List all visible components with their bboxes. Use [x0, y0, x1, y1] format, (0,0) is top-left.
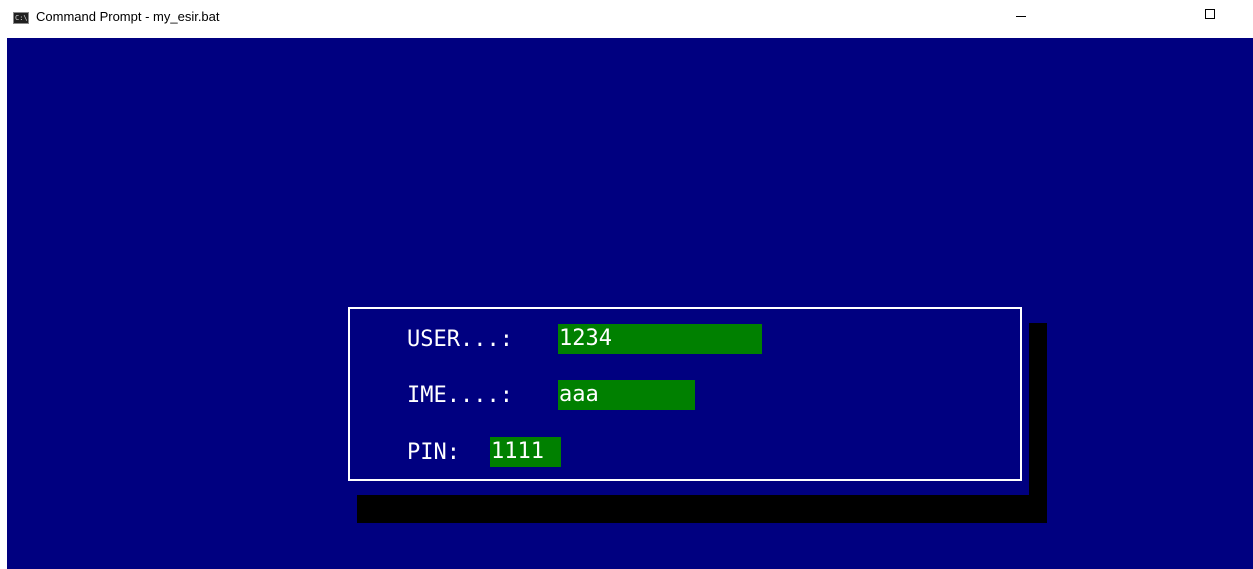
title-bar: C:\ Command Prompt - my_esir.bat — [0, 0, 1253, 38]
pin-field[interactable]: 1111 — [490, 437, 561, 467]
window-title: Command Prompt - my_esir.bat — [36, 9, 220, 24]
user-field[interactable]: 1234 — [558, 324, 762, 354]
maximize-button[interactable] — [1193, 0, 1239, 31]
maximize-icon — [1205, 9, 1215, 19]
ime-field[interactable]: aaa — [558, 380, 695, 410]
minimize-icon — [1016, 16, 1026, 17]
cmd-icon: C:\ — [13, 12, 29, 24]
pin-label: PIN: — [407, 440, 460, 465]
ime-label: IME....: — [407, 383, 513, 408]
login-dialog: USER...: 1234 IME....: aaa PIN: 1111 — [348, 307, 1022, 481]
console-area[interactable] — [7, 38, 1253, 569]
dialog-shadow-bottom — [357, 495, 1047, 523]
dialog-shadow-right — [1029, 323, 1047, 523]
minimize-button[interactable] — [998, 0, 1044, 31]
user-label: USER...: — [407, 327, 513, 352]
